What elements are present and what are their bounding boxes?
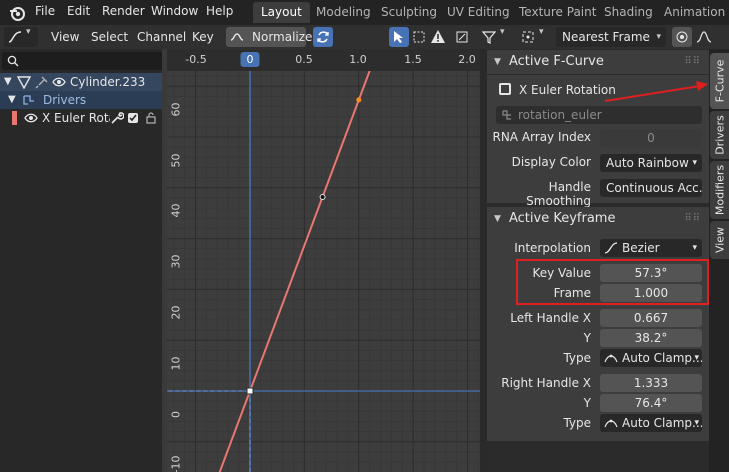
annotation-arrow-overlay bbox=[604, 81, 708, 102]
annotation-arrow-icon bbox=[604, 85, 701, 102]
annotation-arrow-head bbox=[696, 81, 708, 91]
